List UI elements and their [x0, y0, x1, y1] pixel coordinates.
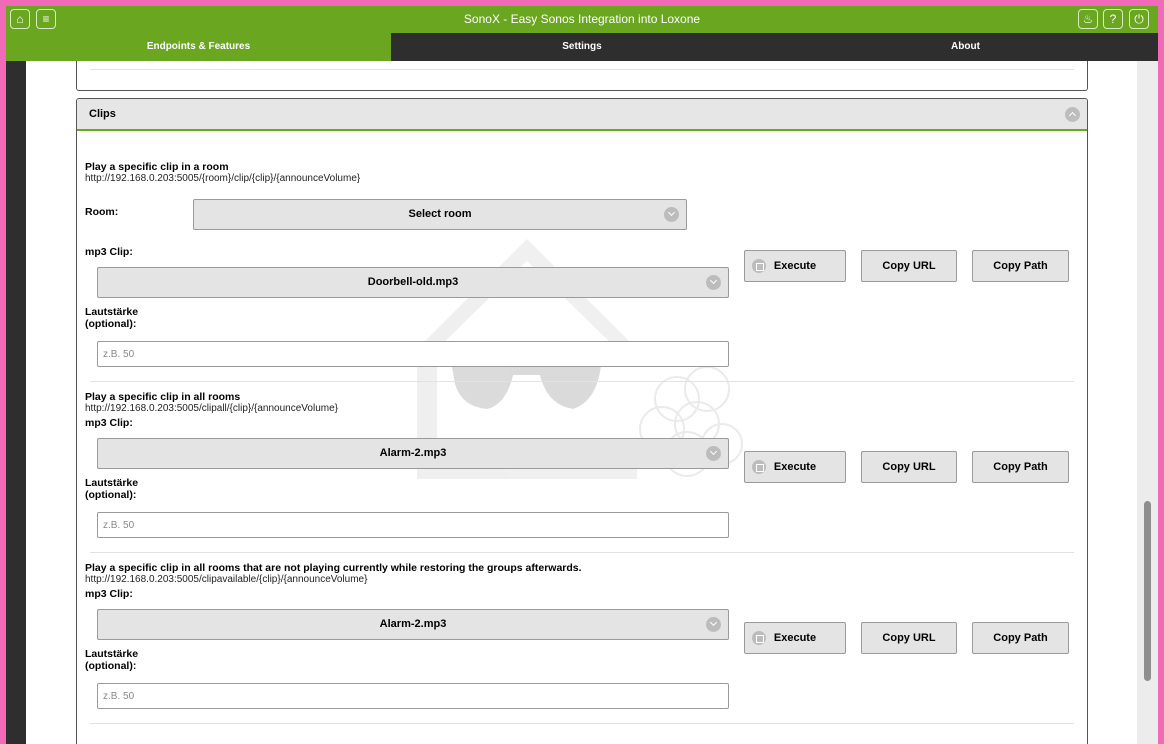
main-tabs: Endpoints & Features Settings About [6, 33, 1158, 61]
previous-panel [76, 61, 1088, 91]
app-window: ⌂ ≡ SonoX - Easy Sonos Integration into … [6, 6, 1158, 744]
tab-about[interactable]: About [773, 33, 1158, 61]
volume-label: Lautstärke (optional): [85, 477, 139, 501]
copy-url-button[interactable]: Copy URL [861, 622, 957, 654]
section-url: http://192.168.0.203:5005/{room}/clip/{c… [85, 173, 361, 184]
room-label: Room: [85, 206, 119, 218]
mp3-clip-label: mp3 Clip: [85, 588, 133, 600]
divider [90, 723, 1074, 724]
clips-panel: Clips Play a specific clip in a room htt… [76, 98, 1088, 744]
mp3-clip-select[interactable]: Doorbell-old.mp3 [97, 267, 729, 298]
bell-icon[interactable]: ♨ [1078, 9, 1098, 29]
execute-label: Execute [773, 461, 817, 473]
execute-icon [752, 259, 766, 273]
execute-button[interactable]: Execute [744, 622, 846, 654]
copy-path-button[interactable]: Copy Path [972, 250, 1069, 282]
chevron-down-icon [706, 446, 721, 461]
mp3-clip-label: mp3 Clip: [85, 417, 133, 429]
execute-icon [752, 460, 766, 474]
section-title: Play a specific clip in all rooms that a… [85, 562, 582, 574]
copy-url-button[interactable]: Copy URL [861, 250, 957, 282]
section-title: Play a specific clip in all rooms [85, 391, 241, 403]
section-url: http://192.168.0.203:5005/clipall/{clip}… [85, 403, 338, 414]
room-select[interactable]: Select room [193, 199, 687, 230]
scrollbar-thumb[interactable] [1144, 501, 1151, 681]
volume-label: Lautstärke (optional): [85, 306, 139, 330]
volume-input[interactable] [97, 512, 729, 538]
mp3-clip-select[interactable]: Alarm-2.mp3 [97, 609, 729, 640]
copy-url-button[interactable]: Copy URL [861, 451, 957, 483]
volume-input[interactable] [97, 341, 729, 367]
mp3-clip-value: Doorbell-old.mp3 [367, 276, 459, 288]
power-icon[interactable]: ⏻ [1129, 9, 1149, 29]
help-icon[interactable]: ? [1103, 9, 1123, 29]
mp3-clip-value: Alarm-2.mp3 [379, 447, 447, 459]
execute-button[interactable]: Execute [744, 250, 846, 282]
app-title: SonoX - Easy Sonos Integration into Loxo… [463, 12, 701, 26]
clips-panel-header[interactable]: Clips [77, 99, 1087, 131]
execute-icon [752, 631, 766, 645]
scrollbar-track[interactable] [1137, 61, 1158, 744]
copy-path-button[interactable]: Copy Path [972, 622, 1069, 654]
mp3-clip-value: Alarm-2.mp3 [379, 618, 447, 630]
top-bar: ⌂ ≡ SonoX - Easy Sonos Integration into … [6, 6, 1158, 33]
tab-settings[interactable]: Settings [391, 33, 773, 61]
mp3-clip-label: mp3 Clip: [85, 246, 133, 258]
divider [90, 381, 1074, 382]
chevron-down-icon [706, 275, 721, 290]
clips-panel-title: Clips [89, 108, 116, 120]
volume-label: Lautstärke (optional): [85, 648, 139, 672]
tab-endpoints-features[interactable]: Endpoints & Features [6, 33, 391, 61]
copy-path-button[interactable]: Copy Path [972, 451, 1069, 483]
section-url: http://192.168.0.203:5005/clipavailable/… [85, 574, 368, 585]
divider [90, 552, 1074, 553]
page-body: Clips Play a specific clip in a room htt… [6, 61, 1158, 744]
volume-input[interactable] [97, 683, 729, 709]
chevron-up-icon[interactable] [1065, 107, 1080, 122]
divider [90, 69, 1074, 70]
mp3-clip-select[interactable]: Alarm-2.mp3 [97, 438, 729, 469]
chevron-down-icon [664, 207, 679, 222]
execute-button[interactable]: Execute [744, 451, 846, 483]
room-select-value: Select room [408, 208, 472, 220]
content-area: Clips Play a specific clip in a room htt… [26, 61, 1137, 744]
section-title: Play a specific clip in a room [85, 161, 229, 173]
execute-label: Execute [773, 260, 817, 272]
chevron-down-icon [706, 617, 721, 632]
execute-label: Execute [773, 632, 817, 644]
